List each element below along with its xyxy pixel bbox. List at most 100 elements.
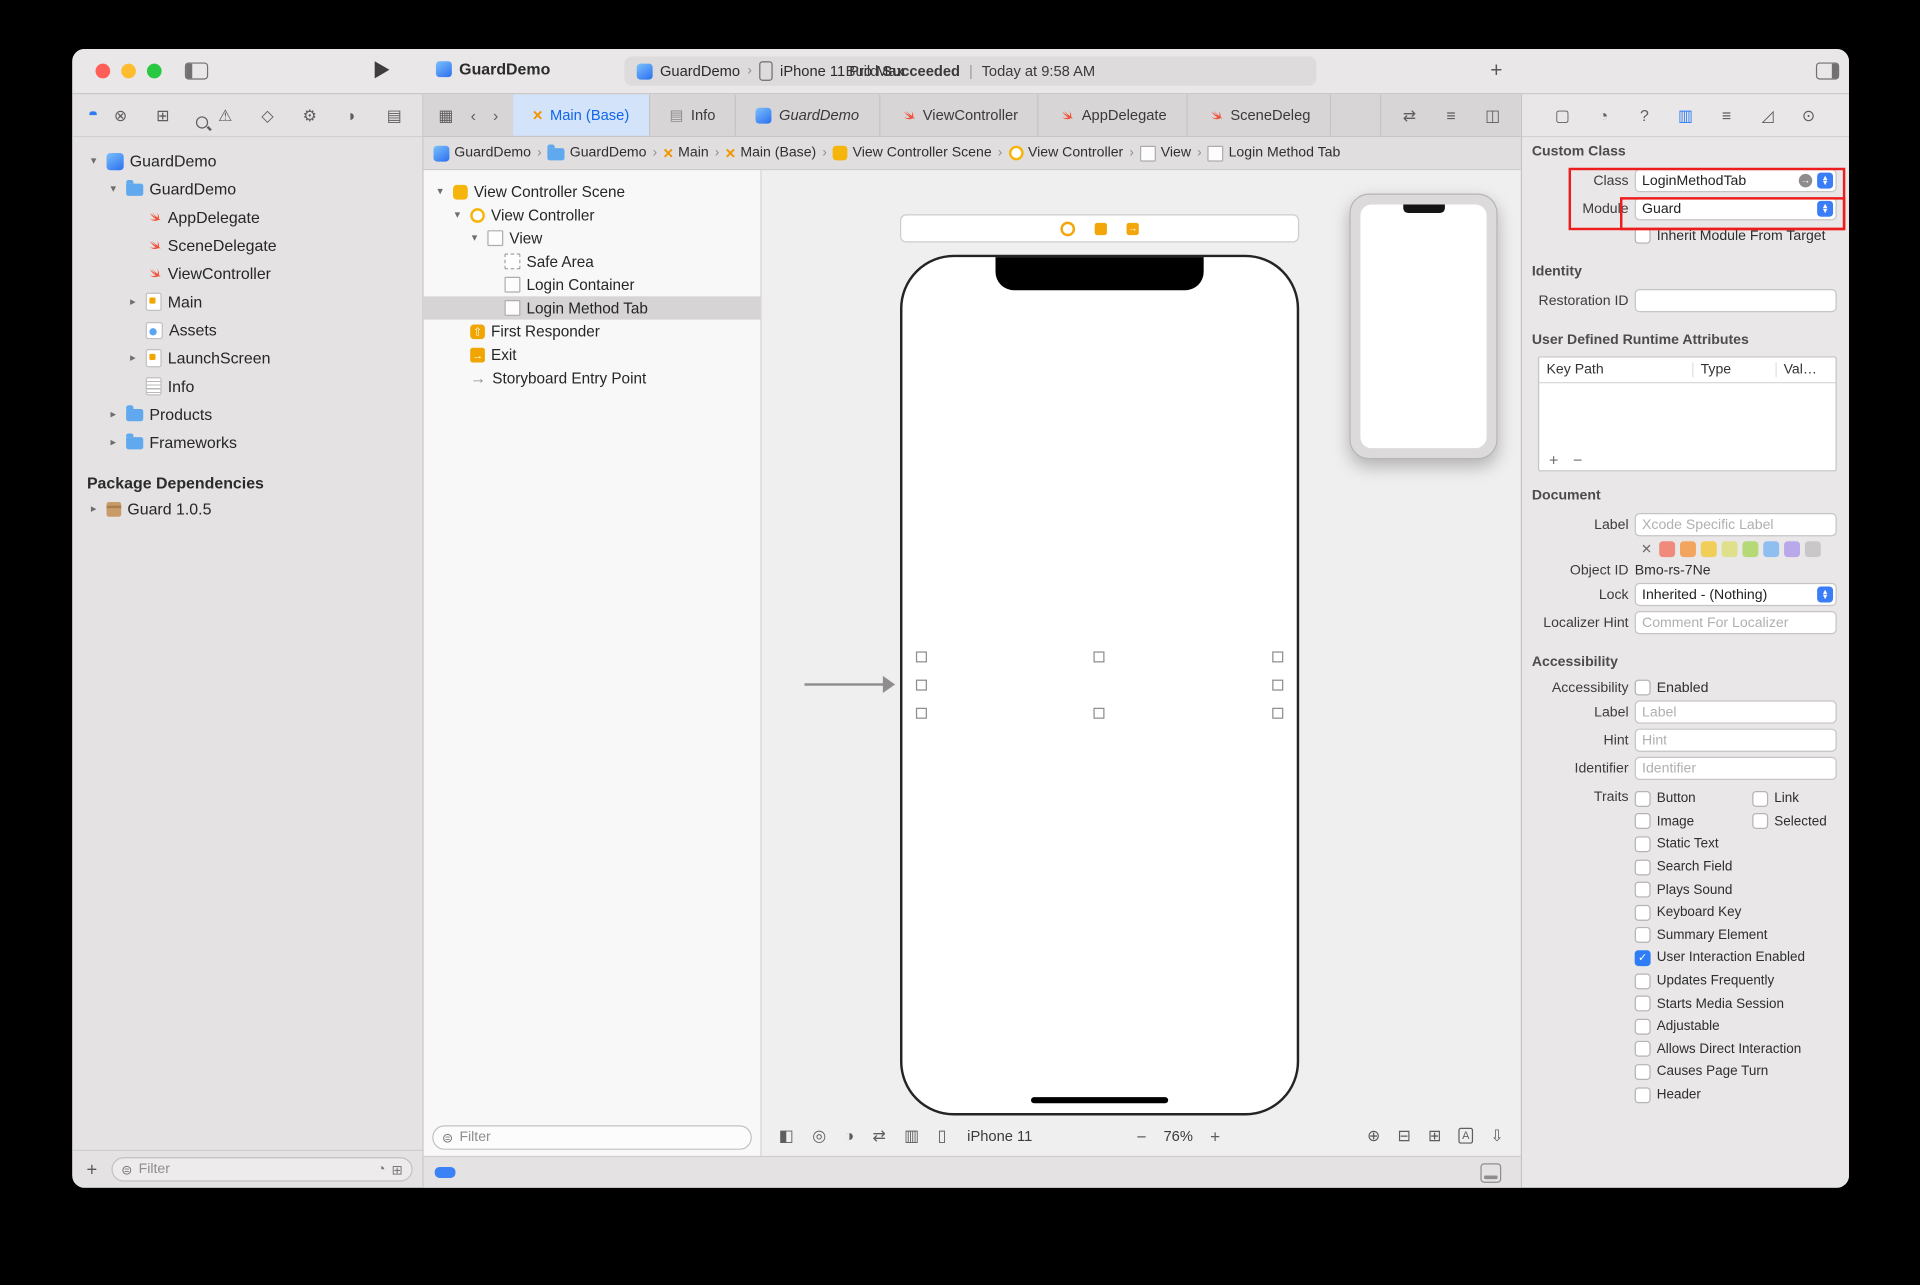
outline-item-storyboard-entry-point[interactable]: →Storyboard Entry Point [424,366,761,389]
clear-color-button[interactable]: ✕ [1641,541,1652,557]
orientation-icon[interactable]: ⇄ [872,1128,885,1144]
navigator-item-guarddemo[interactable]: ▾GuardDemo [72,175,422,203]
zoom-out-button[interactable]: − [1136,1126,1146,1146]
scene-dock[interactable]: → [900,214,1299,242]
navigator-item-viewcontroller[interactable]: ViewController [72,260,422,288]
tab-viewcontroller[interactable]: ViewController [880,94,1039,136]
scheme-selector[interactable]: GuardDemo › iPhone 11 Pro Max Build Succ… [624,56,1316,85]
accessibility-enabled-checkbox[interactable]: Enabled [1635,680,1709,696]
accessibility-identifier-field[interactable]: Identifier [1635,757,1837,780]
jumpbar-item-main-base[interactable]: ×Main (Base) [725,146,816,161]
attributes-inspector-icon[interactable]: ≡ [1716,107,1738,123]
selection-handle[interactable] [1272,651,1283,662]
restoration-id-field[interactable] [1635,289,1837,312]
trait-checkbox-allows-direct-interaction[interactable]: Allows Direct Interaction [1635,1041,1802,1057]
color-swatch-7[interactable] [1805,541,1821,557]
tab-guarddemo[interactable]: GuardDemo [736,94,880,136]
outline-item-view-controller-scene[interactable]: ▾View Controller Scene [424,180,761,203]
tab-appdelegate[interactable]: AppDelegate [1039,94,1188,136]
disclosure-icon[interactable]: ▾ [107,182,120,195]
run-button[interactable] [375,61,390,78]
outline-toggle-icon[interactable]: ◧ [779,1128,794,1144]
align-icon[interactable]: ⊟ [1397,1128,1410,1144]
inherit-module-checkbox[interactable]: Inherit Module From Target [1635,228,1826,244]
trait-checkbox-link[interactable]: Link [1752,791,1849,807]
disclosure-icon[interactable]: ▸ [87,502,100,515]
quick-help-inspector-icon[interactable]: ? [1633,107,1655,123]
breakpoints-icon[interactable]: ◗ [341,107,363,123]
color-swatch-5[interactable] [1764,541,1780,557]
color-swatch-1[interactable] [1680,541,1696,557]
exit-icon[interactable]: → [1127,222,1139,234]
trait-checkbox-starts-media-session[interactable]: Starts Media Session [1635,996,1784,1012]
trait-checkbox-image[interactable]: Image [1635,814,1753,830]
module-dropdown-icon[interactable]: ▲▼ [1817,201,1833,217]
color-swatch-0[interactable] [1659,541,1675,557]
disclosure-icon[interactable]: ▸ [107,436,120,449]
selection-handle[interactable] [1272,707,1283,718]
selection-handle[interactable] [1093,707,1104,718]
outline-toggle-indicator[interactable] [435,1167,456,1178]
color-swatch-2[interactable] [1701,541,1717,557]
tab-scenedeleg[interactable]: SceneDeleg [1188,94,1332,136]
connections-inspector-icon[interactable]: ⊙ [1798,107,1820,123]
navigator-item-scenedelegate[interactable]: SceneDelegate [72,231,422,259]
tab-info[interactable]: ▤Info [650,94,736,136]
device-icon[interactable]: ▯ [938,1128,947,1144]
add-attribute-button[interactable]: + [1549,450,1558,468]
issues-icon[interactable]: ⚠ [214,107,236,123]
embed-icon[interactable]: A [1458,1128,1473,1144]
class-field[interactable]: LoginMethodTab → ▲▼ [1635,169,1837,192]
navigator-item-launchscreen[interactable]: ▸LaunchScreen [72,344,422,372]
update-frames-icon[interactable]: ⇩ [1490,1128,1503,1144]
zoom-level[interactable]: 76% [1164,1127,1193,1144]
disclosure-icon[interactable]: ▾ [468,231,481,244]
trait-checkbox-user-interaction-enabled[interactable]: ✓User Interaction Enabled [1635,950,1805,966]
trait-checkbox-plays-sound[interactable]: Plays Sound [1635,882,1733,898]
trait-checkbox-causes-page-turn[interactable]: Causes Page Turn [1635,1064,1769,1080]
minimize-window-button[interactable] [121,64,136,79]
code-review-icon[interactable]: ⇄ [1398,107,1420,123]
symbols-icon[interactable]: ⊞ [152,107,174,123]
tests-icon[interactable]: ◇ [257,107,279,123]
trait-checkbox-keyboard-key[interactable]: Keyboard Key [1635,905,1742,921]
layout-guides-icon[interactable]: ▥ [904,1128,919,1144]
outline-item-view[interactable]: ▾View [424,227,761,250]
trait-checkbox-header[interactable]: Header [1635,1087,1701,1103]
outline-item-login-container[interactable]: Login Container [424,273,761,296]
recent-files-icon[interactable]: ◔ [377,1162,385,1177]
navigator-item-info[interactable]: Info [72,372,422,400]
outline-item-view-controller[interactable]: ▾View Controller [424,203,761,226]
zoom-window-button[interactable] [147,64,162,79]
file-inspector-icon[interactable]: ▢ [1551,107,1573,123]
new-tab-button[interactable]: + [1483,58,1510,85]
accessibility-label-field[interactable]: Label [1635,700,1837,723]
forward-icon[interactable]: › [493,107,498,123]
add-item-button[interactable]: + [82,1159,102,1180]
debug-icon[interactable]: ⚙ [299,107,321,123]
disclosure-icon[interactable]: ▸ [107,408,120,421]
add-constraints-icon[interactable]: ⊞ [1428,1128,1441,1144]
outline-item-login-method-tab[interactable]: Login Method Tab [424,296,761,319]
jumpbar-item-view-controller[interactable]: View Controller [1008,146,1123,161]
jump-to-class-icon[interactable]: → [1799,174,1812,187]
identity-inspector-icon[interactable]: ▥ [1674,107,1696,123]
disclosure-icon[interactable]: ▾ [451,208,464,221]
outline-item-exit[interactable]: →Exit [424,343,761,366]
selection-handle[interactable] [1093,651,1104,662]
jumpbar-item-main[interactable]: ×Main [663,146,708,161]
size-inspector-icon[interactable]: ◿ [1757,107,1779,123]
device-bezel-toggle-icon[interactable] [1480,1163,1501,1183]
back-icon[interactable]: ‹ [471,107,476,123]
toggle-inspector-icon[interactable] [1816,62,1839,79]
remove-attribute-button[interactable]: − [1573,450,1582,468]
source-control-icon[interactable]: ⊗ [110,107,132,123]
localizer-hint-field[interactable]: Comment For Localizer [1635,611,1837,634]
navigator-item-appdelegate[interactable]: AppDelegate [72,203,422,231]
color-swatch-6[interactable] [1784,541,1800,557]
outline-item-safe-area[interactable]: Safe Area [424,250,761,273]
module-dropdown[interactable]: Guard ▲▼ [1635,197,1837,220]
selection-handle[interactable] [915,679,926,690]
jumpbar-item-view-controller-scene[interactable]: View Controller Scene [833,146,992,161]
navigator-item-main[interactable]: ▸Main [72,288,422,316]
